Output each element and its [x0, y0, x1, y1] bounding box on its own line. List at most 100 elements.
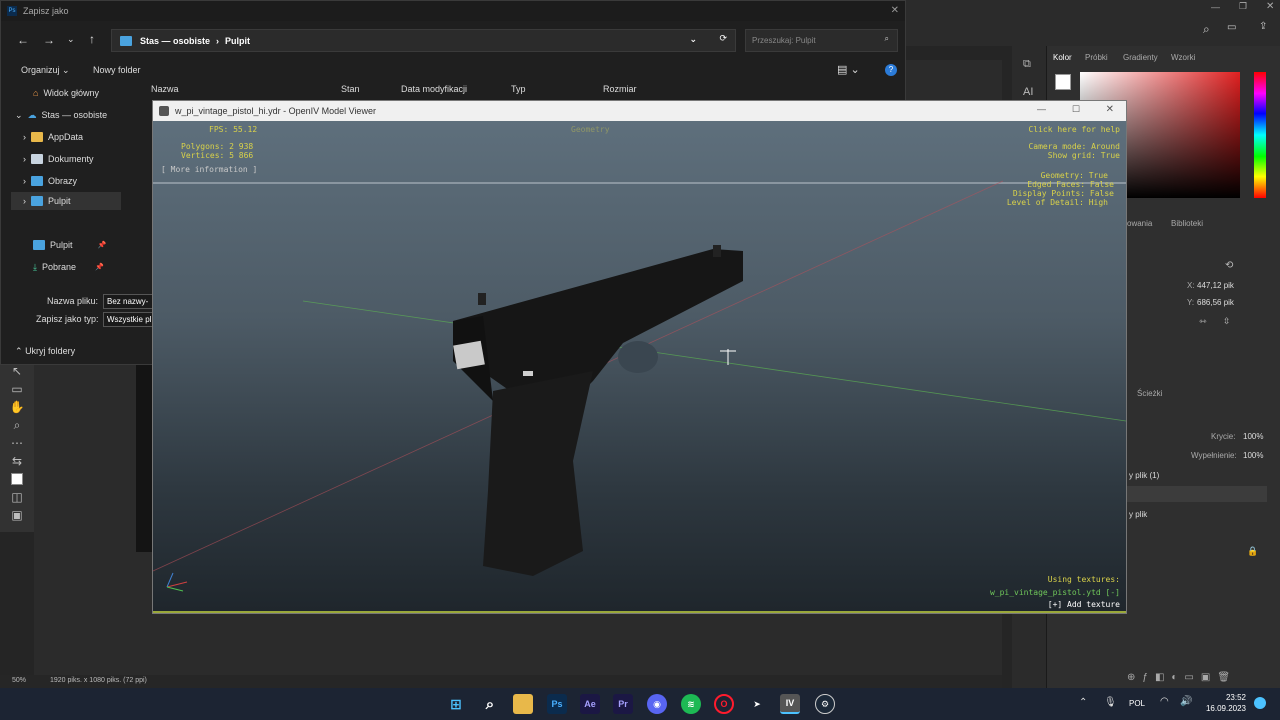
- maximize-icon[interactable]: ☐: [1072, 104, 1080, 115]
- lod-setting[interactable]: Level of Detail: High: [1007, 198, 1108, 208]
- tab-kolor[interactable]: Kolor: [1053, 53, 1072, 62]
- layer-name[interactable]: y plik: [1129, 510, 1147, 519]
- nav-item-pulpit-pinned[interactable]: Pulpit 📌: [33, 236, 106, 254]
- opacity-value[interactable]: 100%: [1243, 432, 1263, 441]
- layers-footer-icons[interactable]: ⊕ƒ◧◐▭▣🗑: [1127, 672, 1237, 683]
- column-header[interactable]: Rozmiar: [603, 84, 637, 94]
- close-icon[interactable]: ✕: [1266, 1, 1274, 12]
- more-information-link[interactable]: [ More information ]: [161, 165, 257, 175]
- column-header[interactable]: Stan: [341, 84, 360, 94]
- refresh-icon[interactable]: ⟳: [719, 33, 727, 44]
- share-icon[interactable]: ⇪: [1259, 21, 1267, 32]
- flip-vertical-icon[interactable]: ⇳: [1223, 316, 1231, 327]
- ai-label[interactable]: AI: [1023, 86, 1033, 98]
- add-texture-button[interactable]: [+] Add texture: [1048, 600, 1120, 610]
- chevron-down-icon[interactable]: ⌄: [67, 34, 75, 45]
- hand-tool-icon[interactable]: ✋: [0, 398, 34, 416]
- document-info[interactable]: 1920 piks. x 1080 piks. (72 ppi): [50, 677, 147, 684]
- tab-biblioteki[interactable]: Biblioteki: [1171, 219, 1203, 228]
- organize-button[interactable]: Organizuj ⌄: [21, 65, 70, 76]
- nav-item-obrazy[interactable]: › Obrazy: [23, 172, 77, 190]
- hide-folders-button[interactable]: ⌃ Ukryj foldery: [15, 346, 75, 357]
- wifi-icon[interactable]: ◠: [1160, 696, 1169, 707]
- marquee-tool-icon[interactable]: ▭: [0, 380, 34, 398]
- filetype-select[interactable]: Wszystkie pl: [103, 312, 153, 327]
- search-icon[interactable]: ⌕: [480, 694, 500, 714]
- cursor-crosshair: [720, 349, 736, 365]
- foreground-swatch[interactable]: [1055, 74, 1071, 90]
- help-link[interactable]: Click here for help: [1028, 125, 1120, 135]
- filename-field[interactable]: Bez nazwy-: [103, 294, 153, 309]
- nav-item-onedrive[interactable]: ⌄ ☁ Stas — osobiste: [15, 106, 107, 124]
- file-explorer-icon[interactable]: [513, 694, 533, 714]
- restore-icon[interactable]: ❐: [1239, 1, 1247, 12]
- flip-horizontal-icon[interactable]: ⇿: [1199, 316, 1207, 327]
- coord-y-value[interactable]: 686,56 pik: [1197, 298, 1234, 307]
- after-effects-icon[interactable]: Ae: [580, 694, 600, 714]
- nav-item-home[interactable]: ⌂ Widok główny: [33, 84, 99, 102]
- minimize-icon[interactable]: —: [1211, 2, 1220, 12]
- help-icon[interactable]: ?: [885, 64, 897, 76]
- clock[interactable]: 23:52 16.09.2023: [1206, 692, 1246, 714]
- layer-name[interactable]: y plik (1): [1129, 471, 1159, 480]
- layer-row-selected[interactable]: [1127, 486, 1267, 502]
- quick-mask-icon[interactable]: ◫: [0, 488, 34, 506]
- tray-chevron-icon[interactable]: ⌃: [1079, 697, 1087, 708]
- tab-probki[interactable]: Próbki: [1085, 53, 1108, 62]
- search-icon[interactable]: ⌕: [1203, 22, 1210, 37]
- microphone-icon[interactable]: 🎙: [1104, 697, 1117, 708]
- nav-item-pulpit[interactable]: › Pulpit: [11, 192, 121, 210]
- volume-icon[interactable]: 🔊: [1180, 696, 1192, 707]
- breadcrumb-item[interactable]: Stas — osobiste: [140, 36, 210, 46]
- history-icon[interactable]: ⧉: [1023, 58, 1031, 71]
- premiere-icon[interactable]: Pr: [613, 694, 633, 714]
- minimize-icon[interactable]: —: [1037, 104, 1046, 114]
- search-input[interactable]: Przeszukaj: Pulpit ⌕: [745, 29, 898, 52]
- reset-icon[interactable]: ⟲: [1225, 260, 1233, 271]
- discord-icon[interactable]: ◉: [647, 694, 667, 714]
- 3d-viewport[interactable]: FPS: 55.12 Geometry Polygons: 2 938 Vert…: [153, 121, 1126, 613]
- opera-icon[interactable]: O: [714, 694, 734, 714]
- new-folder-button[interactable]: Nowy folder: [93, 65, 141, 75]
- swap-colors-icon[interactable]: ⇆: [0, 452, 34, 470]
- view-options-icon[interactable]: ▤ ⌄: [837, 63, 860, 76]
- color-swatches-icon[interactable]: [0, 470, 34, 488]
- fill-value[interactable]: 100%: [1243, 451, 1263, 460]
- column-header[interactable]: Data modyfikacji: [401, 84, 467, 94]
- notification-icon[interactable]: [1254, 697, 1266, 709]
- back-arrow-icon[interactable]: ←: [17, 33, 29, 47]
- breadcrumb-item[interactable]: Pulpit: [225, 36, 250, 46]
- show-grid[interactable]: Show grid: True: [1048, 151, 1120, 161]
- tab-gradienty[interactable]: Gradienty: [1123, 53, 1158, 62]
- forward-arrow-icon[interactable]: →: [43, 33, 55, 47]
- workspace-icon[interactable]: ▭: [1227, 22, 1236, 33]
- column-header[interactable]: Nazwa: [151, 84, 179, 94]
- tab-wzorki[interactable]: Wzorki: [1171, 53, 1195, 62]
- close-icon[interactable]: ✕: [1106, 104, 1114, 115]
- tab-owania[interactable]: owania: [1127, 219, 1152, 228]
- tab-sciezki[interactable]: Ścieżki: [1137, 389, 1162, 398]
- coord-x-value[interactable]: 447,12 pik: [1197, 281, 1234, 290]
- close-icon[interactable]: ✕: [891, 5, 899, 16]
- openiv-icon[interactable]: IV: [780, 694, 800, 714]
- hue-slider[interactable]: [1254, 72, 1266, 198]
- address-bar[interactable]: Stas — osobiste › Pulpit ⌄ ⟳: [111, 29, 736, 52]
- nav-item-dokumenty[interactable]: › Dokumenty: [23, 150, 94, 168]
- screen-mode-icon[interactable]: ▣: [0, 506, 34, 524]
- windows-start-icon[interactable]: ⊞: [446, 694, 466, 714]
- zoom-tool-icon[interactable]: ⌕: [0, 416, 34, 434]
- nav-item-appdata[interactable]: › AppData: [23, 128, 83, 146]
- chevron-down-icon[interactable]: ⌄: [689, 34, 697, 45]
- photoshop-icon[interactable]: Ps: [547, 694, 567, 714]
- language-indicator[interactable]: POL: [1129, 699, 1145, 708]
- zoom-level[interactable]: 50%: [12, 677, 26, 684]
- more-tools-icon[interactable]: ⋯: [0, 434, 34, 452]
- telegram-icon[interactable]: ➤: [747, 694, 767, 714]
- spotify-icon[interactable]: ≋: [681, 694, 701, 714]
- steam-icon[interactable]: ⚙: [815, 694, 835, 714]
- texture-file-link[interactable]: w_pi_vintage_pistol.ytd [-]: [990, 588, 1120, 598]
- up-arrow-icon[interactable]: ↑: [89, 32, 95, 46]
- clock-date: 16.09.2023: [1205, 704, 1246, 713]
- column-header[interactable]: Typ: [511, 84, 526, 94]
- nav-item-pobrane[interactable]: ⤓ Pobrane 📌: [33, 258, 104, 276]
